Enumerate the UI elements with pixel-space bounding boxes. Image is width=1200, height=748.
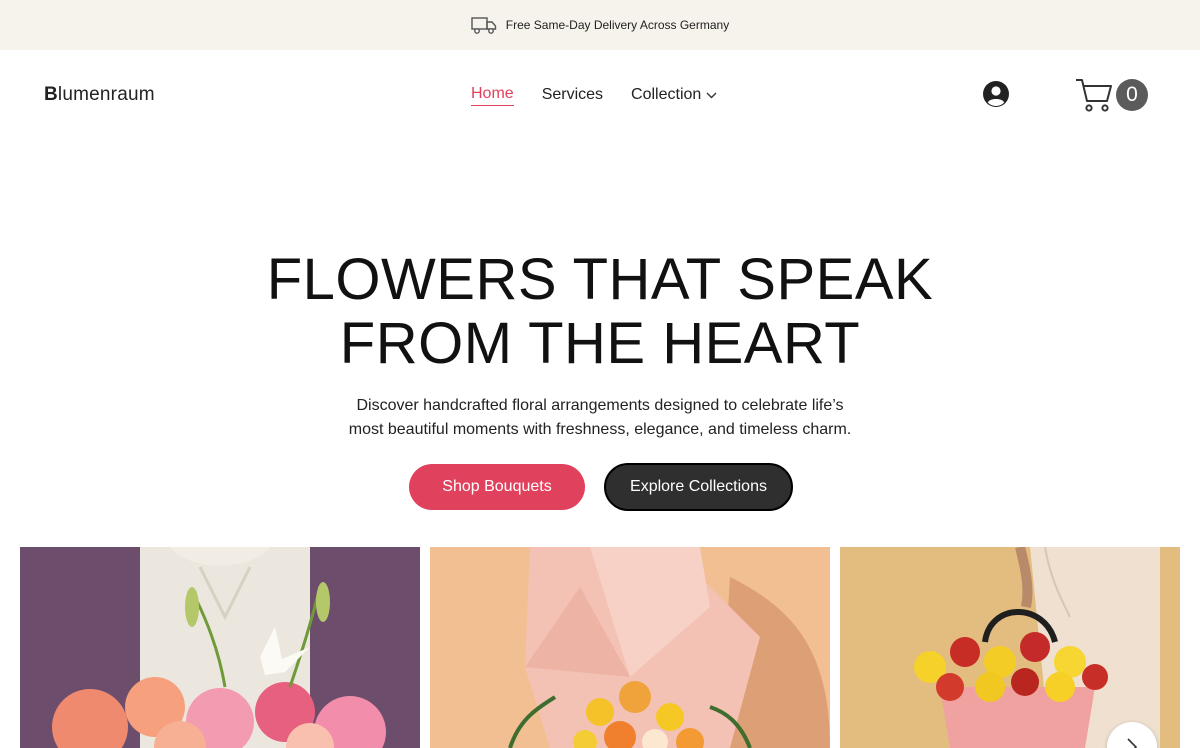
nav-item-collection[interactable]: Collection: [631, 85, 717, 105]
wrapped-bouquet-illustration: [430, 547, 830, 748]
chevron-down-icon: [706, 92, 717, 98]
shopping-cart-icon[interactable]: [1074, 76, 1114, 114]
hero-title-line-1: FLOWERS THAT SPEAK: [266, 247, 934, 312]
nav-item-home[interactable]: Home: [471, 84, 514, 106]
nav-item-collection-label: Collection: [631, 86, 702, 103]
explore-collections-button[interactable]: Explore Collections: [604, 463, 793, 511]
hero-title-line-2: FROM THE HEART: [339, 311, 861, 376]
hero-title: FLOWERS THAT SPEAK FROM THE HEART: [0, 248, 1200, 376]
logo-text: lumenraum: [57, 84, 155, 105]
person-holding-rose-and-lily-bouquet-photo[interactable]: [20, 547, 420, 748]
announcement-text: Free Same-Day Delivery Across Germany: [505, 18, 730, 32]
hero-subtitle-line-2: most beautiful moments with freshness, e…: [348, 421, 852, 438]
hero-subtitle: Discover handcrafted floral arrangements…: [300, 394, 900, 442]
cart-count-badge[interactable]: 0: [1116, 79, 1148, 111]
shop-bouquets-button[interactable]: Shop Bouquets: [409, 464, 585, 510]
main-nav: Home Services Collection: [471, 84, 745, 106]
nav-item-services[interactable]: Services: [542, 85, 603, 105]
hero-subtitle-line-1: Discover handcrafted floral arrangements…: [356, 397, 844, 414]
user-circle-icon[interactable]: [982, 80, 1010, 108]
bouquet-illustration: [20, 547, 420, 748]
announcement-bar: Free Same-Day Delivery Across Germany: [0, 0, 1200, 50]
flower-bag-gerbera-photo[interactable]: [840, 547, 1180, 748]
pink-wrapped-bouquet-photo[interactable]: [430, 547, 830, 748]
site-logo[interactable]: Blumenraum: [44, 84, 155, 106]
truck-icon: [471, 17, 496, 34]
flower-bag-illustration: [840, 547, 1180, 748]
site-header: Blumenraum Home Services Collection 0: [0, 50, 1200, 140]
chevron-right-icon: [1127, 738, 1138, 748]
logo-initial: B: [44, 84, 58, 105]
